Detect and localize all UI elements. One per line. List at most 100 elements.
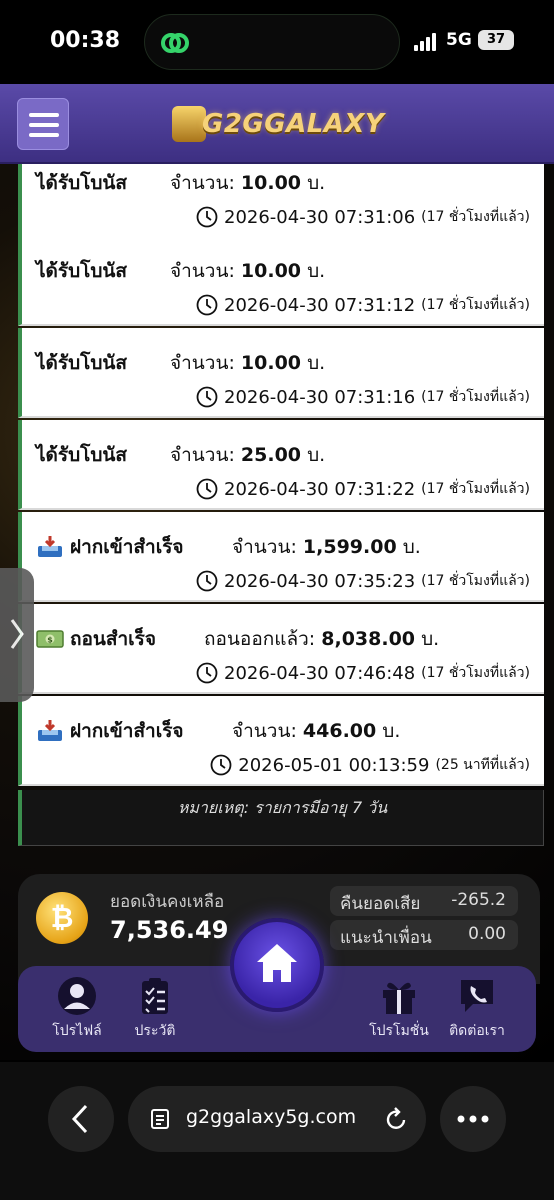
- balance-label: ยอดเงินคงเหลือ: [110, 892, 225, 912]
- hamburger-menu-button[interactable]: [17, 98, 69, 150]
- nav-profile-label: โปรไฟล์: [52, 1023, 102, 1039]
- phone-chat-icon: [461, 980, 493, 1012]
- clock-icon: [196, 662, 218, 684]
- user-icon: [58, 977, 96, 1015]
- transaction-relative-time: (17 ชั่วโมงที่แล้ว): [421, 389, 530, 405]
- transaction-title: ฝากเข้าสำเร็จ: [36, 716, 184, 746]
- url-text: g2ggalaxy5g.com: [186, 1106, 357, 1128]
- transaction-row: ฝากเข้าสำเร็จ จำนวน: 446.00 บ. 2026-05-01 …: [18, 696, 544, 786]
- transaction-amount: จำนวน: 10.00 บ.: [170, 256, 325, 286]
- amount-unit: บ.: [402, 536, 421, 558]
- transaction-datetime: 2026-04-30 07:31:16: [224, 386, 416, 408]
- transaction-title: ได้รับโบนัส: [36, 348, 127, 378]
- transaction-title-text: ได้รับโบนัส: [36, 444, 128, 466]
- signal-icon: [414, 33, 440, 51]
- link-icon: [161, 33, 189, 53]
- amount-label: จำนวน:: [170, 260, 235, 282]
- referral-stat[interactable]: แนะนำเพื่อน 0.00: [330, 920, 518, 950]
- transaction-relative-time: (25 นาทีที่แล้ว): [435, 757, 530, 773]
- amount-unit: บ.: [307, 444, 326, 466]
- transaction-datetime: 2026-04-30 07:35:23: [224, 570, 416, 592]
- amount-unit: บ.: [307, 172, 326, 194]
- nav-promotions-label: โปรโมชั่น: [369, 1023, 429, 1039]
- home-button[interactable]: [230, 918, 324, 1012]
- referral-label: แนะนำเพื่อน: [340, 928, 432, 948]
- svg-text:$: $: [47, 636, 53, 645]
- gift-icon: [383, 982, 415, 1014]
- amount-value: 10.00: [240, 260, 302, 282]
- amount-value: 446.00: [302, 720, 377, 742]
- network-type: 5G: [446, 30, 472, 50]
- clock-icon: [196, 294, 218, 316]
- reload-icon[interactable]: [384, 1106, 408, 1132]
- referral-value: 0.00: [468, 924, 506, 944]
- amount-label: จำนวน:: [232, 720, 297, 742]
- logo-badge-icon: [172, 106, 206, 142]
- transaction-datetime: 2026-05-01 00:13:59: [238, 754, 430, 776]
- home-icon: [257, 944, 297, 982]
- more-button[interactable]: [440, 1086, 506, 1152]
- transaction-title-text: ถอนสำเร็จ: [70, 628, 157, 650]
- cashback-value: -265.2: [451, 890, 506, 910]
- transaction-row: $ ถอนสำเร็จ ถอนออกแล้ว: 8,038.00 บ. 2026-04…: [18, 604, 544, 694]
- transaction-relative-time: (17 ชั่วโมงที่แล้ว): [421, 665, 530, 681]
- transaction-relative-time: (17 ชั่วโมงที่แล้ว): [421, 573, 530, 589]
- nav-contact-label: ติดต่อเรา: [449, 1023, 505, 1039]
- site-logo[interactable]: G2GGALAXY: [172, 106, 386, 142]
- nav-profile[interactable]: โปรไฟล์: [32, 976, 122, 1046]
- transaction-relative-time: (17 ชั่วโมงที่แล้ว): [421, 297, 530, 313]
- transaction-amount: จำนวน: 25.00 บ.: [170, 440, 325, 470]
- bitcoin-coin-icon: ₿: [36, 892, 88, 944]
- transaction-title: ได้รับโบนัส: [36, 256, 127, 286]
- clock-icon: [196, 206, 218, 228]
- clock-icon: [196, 570, 218, 592]
- clock-icon: [210, 754, 232, 776]
- inbox-tray-icon: [38, 720, 62, 741]
- chevron-right-icon: [10, 619, 24, 649]
- status-bar: 00:38 5G 37: [0, 0, 554, 84]
- transaction-title-text: ฝากเข้าสำเร็จ: [70, 720, 184, 742]
- logo-text: G2GGALAXY: [202, 109, 385, 139]
- transaction-row: ได้รับโบนัส จำนวน: 25.00 บ. 2026-04-30 07:…: [18, 420, 544, 510]
- dynamic-island: [144, 14, 400, 70]
- amount-label: จำนวน:: [170, 352, 235, 374]
- transaction-time: 2026-04-30 07:31:06 (17 ชั่วโมงที่แล้ว): [196, 206, 530, 228]
- transaction-datetime: 2026-04-30 07:31:12: [224, 294, 416, 316]
- nav-history-label: ประวัติ: [134, 1023, 176, 1039]
- transaction-amount: จำนวน: 10.00 บ.: [170, 348, 325, 378]
- transaction-row: ได้รับโบนัส จำนวน: 10.00 บ. 2026-04-30 07:…: [18, 164, 544, 238]
- transaction-list[interactable]: ได้รับโบนัส จำนวน: 10.00 บ. 2026-04-30 07:…: [18, 164, 544, 790]
- amount-label: ถอนออกแล้ว:: [204, 628, 316, 650]
- inbox-tray-icon: [38, 536, 62, 557]
- amount-label: จำนวน:: [232, 536, 297, 558]
- nav-history[interactable]: ประวัติ: [110, 976, 200, 1046]
- amount-label: จำนวน:: [170, 444, 235, 466]
- transaction-row: ได้รับโบนัส จำนวน: 10.00 บ. 2026-04-30 07:…: [18, 328, 544, 418]
- cashback-stat[interactable]: คืนยอดเสีย -265.2: [330, 886, 518, 916]
- nav-contact[interactable]: ติดต่อเรา: [432, 976, 522, 1046]
- amount-value: 25.00: [240, 444, 302, 466]
- balance-value: 7,536.49: [110, 916, 229, 944]
- status-time: 00:38: [50, 28, 121, 53]
- transaction-amount: จำนวน: 446.00 บ.: [232, 716, 400, 746]
- amount-value: 10.00: [240, 352, 302, 374]
- amount-unit: บ.: [382, 720, 401, 742]
- transaction-title-text: ฝากเข้าสำเร็จ: [70, 536, 184, 558]
- clock-icon: [196, 386, 218, 408]
- site-header: G2GGALAXY: [0, 84, 554, 164]
- nav-promotions[interactable]: โปรโมชั่น: [354, 976, 444, 1046]
- address-bar[interactable]: g2ggalaxy5g.com: [128, 1086, 426, 1152]
- transaction-amount: ถอนออกแล้ว: 8,038.00 บ.: [204, 624, 439, 654]
- side-drawer-tab[interactable]: [0, 568, 34, 702]
- transaction-title: ฝากเข้าสำเร็จ: [36, 532, 184, 562]
- transaction-time: 2026-04-30 07:31:22 (17 ชั่วโมงที่แล้ว): [196, 478, 530, 500]
- transaction-row: ได้รับโบนัส จำนวน: 10.00 บ. 2026-04-30 07:…: [18, 236, 544, 326]
- amount-label: จำนวน:: [170, 172, 235, 194]
- transaction-title: $ ถอนสำเร็จ: [36, 624, 156, 654]
- transaction-datetime: 2026-04-30 07:46:48: [224, 662, 416, 684]
- transaction-time: 2026-04-30 07:31:12 (17 ชั่วโมงที่แล้ว): [196, 294, 530, 316]
- transaction-amount: จำนวน: 1,599.00 บ.: [232, 532, 421, 562]
- back-button[interactable]: [48, 1086, 114, 1152]
- transaction-time: 2026-04-30 07:35:23 (17 ชั่วโมงที่แล้ว): [196, 570, 530, 592]
- ellipsis-icon: [457, 1115, 489, 1123]
